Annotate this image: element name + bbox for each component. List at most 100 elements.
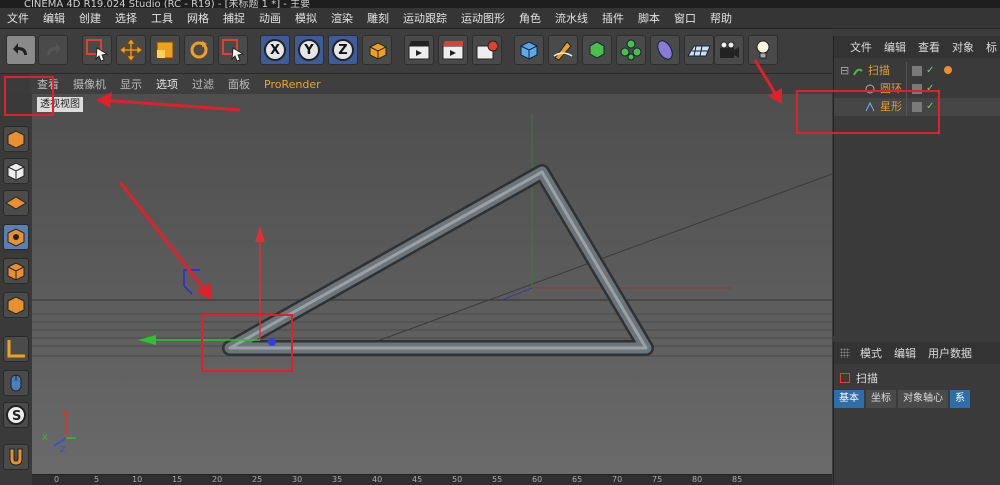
object-row-sweep[interactable]: ⊟ 扫描 ✓ [834,62,1000,80]
undo-button[interactable] [6,35,36,65]
viewport-menu-options[interactable]: 选项 [149,76,185,92]
cube-object-button[interactable] [514,35,544,65]
menu-select[interactable]: 选择 [108,10,144,26]
pen-spline-button[interactable] [548,35,578,65]
menu-window[interactable]: 窗口 [667,10,703,26]
cube-icon [520,41,538,60]
ruler-tick: 55 [492,475,503,484]
phong-tag-icon[interactable] [944,66,952,74]
checker-cube-icon [7,162,25,181]
menu-file[interactable]: 文件 [0,10,36,26]
tweak-mode-button[interactable] [3,370,29,396]
timeline-ruler[interactable]: 0 5 10 15 20 25 30 35 40 45 50 55 60 65 … [32,474,832,485]
light-button[interactable] [748,35,778,65]
annotation-box-object-row [796,90,940,134]
mini-axis-x-label: X [42,433,48,442]
ruler-tick: 30 [292,475,303,484]
move-icon [119,38,143,62]
menu-motion-tracking[interactable]: 运动跟踪 [396,10,454,26]
subdivision-surface-button[interactable] [582,35,612,65]
axis-icon [7,340,25,358]
menu-animate[interactable]: 动画 [252,10,288,26]
x-axis-button[interactable]: X [260,35,290,65]
points-cube-icon [7,228,25,247]
attr-menu-mode[interactable]: 模式 [854,345,888,361]
tree-expand-icon[interactable]: ⊟ [840,62,849,80]
polygons-mode-button[interactable] [3,292,29,318]
viewport-menu-camera[interactable]: 摄像机 [66,76,113,92]
z-axis-button[interactable]: Z [328,35,358,65]
x-axis-label: X [264,39,286,61]
tab-object-axis[interactable]: 对象轴心 [898,390,948,408]
attribute-manager-menu: 模式 编辑 用户数据 [834,342,1000,364]
menu-mesh[interactable]: 网格 [180,10,216,26]
menu-pipeline[interactable]: 流水线 [548,10,595,26]
panel-grip-icon[interactable] [840,348,850,358]
render-view-button[interactable] [404,35,434,65]
edges-mode-button[interactable] [3,258,29,284]
menu-snap[interactable]: 捕捉 [216,10,252,26]
texture-mode-button[interactable] [3,158,29,184]
object-menu-tags[interactable]: 标 [980,39,1000,55]
window-title: CINEMA 4D R19.024 Studio (RC - R19) - [未… [24,0,311,8]
camera-button[interactable] [714,35,744,65]
attr-object-label: 扫描 [856,372,878,385]
scale-tool-button[interactable] [150,35,180,65]
attr-menu-edit[interactable]: 编辑 [888,345,922,361]
ruler-tick: 25 [252,475,263,484]
clapper-play-icon [442,41,464,60]
object-menu-file[interactable]: 文件 [844,39,878,55]
object-menu-edit[interactable]: 编辑 [878,39,912,55]
magnet-button[interactable] [3,444,29,470]
tab-more[interactable]: 系 [950,390,970,408]
render-settings-button[interactable] [472,35,502,65]
axis-mode-button[interactable] [3,336,29,362]
redo-button[interactable] [38,35,68,65]
ruler-tick: 45 [412,475,423,484]
y-axis-button[interactable]: Y [294,35,324,65]
make-editable-button[interactable] [3,126,29,152]
menu-character[interactable]: 角色 [512,10,548,26]
menu-simulate[interactable]: 模拟 [288,10,324,26]
snap-s-icon: S [6,405,26,425]
menu-edit[interactable]: 编辑 [36,10,72,26]
object-menu-objects[interactable]: 对象 [946,39,980,55]
rotate-icon [190,41,208,59]
render-to-picture-viewer-button[interactable] [438,35,468,65]
menu-render[interactable]: 渲染 [324,10,360,26]
menu-tools[interactable]: 工具 [144,10,180,26]
menu-plugins[interactable]: 插件 [595,10,631,26]
ruler-tick: 5 [94,475,100,484]
floor-button[interactable] [684,35,714,65]
deformer-button[interactable] [650,35,680,65]
camera-icon [720,41,739,58]
perspective-viewport[interactable]: Y X Z ✥ ↕ ⟳ ◻ [32,94,832,474]
rotate-tool-button[interactable] [184,35,214,65]
object-menu-view[interactable]: 查看 [912,39,946,55]
object-manager-menu: 文件 编辑 查看 对象 标 [834,36,1000,58]
menu-create[interactable]: 创建 [72,10,108,26]
tab-basic[interactable]: 基本 [834,390,864,408]
viewport-menu-display[interactable]: 显示 [113,76,149,92]
ruler-tick: 70 [612,475,623,484]
move-tool-button[interactable] [116,35,146,65]
points-mode-button[interactable] [3,224,29,250]
coordinate-system-button[interactable] [362,35,392,65]
tab-coordinates[interactable]: 坐标 [866,390,896,408]
workplane-button[interactable] [3,190,29,216]
snap-button[interactable]: S [3,402,29,428]
menu-sculpt[interactable]: 雕刻 [360,10,396,26]
menu-help[interactable]: 帮助 [703,10,739,26]
title-bar: CINEMA 4D R19.024 Studio (RC - R19) - [未… [0,0,1000,8]
menu-mograph[interactable]: 运动图形 [454,10,512,26]
ruler-tick: 0 [54,475,60,484]
viewport-menu-prorender[interactable]: ProRender [257,78,328,91]
attr-menu-user-data[interactable]: 用户数据 [922,345,978,361]
viewport-menu-filter[interactable]: 过滤 [185,76,221,92]
enabled-check-icon[interactable]: ✓ [926,62,934,80]
recent-tool-button[interactable] [218,35,248,65]
array-cloner-button[interactable] [616,35,646,65]
live-selection-button[interactable] [82,35,112,65]
viewport-menu-panel[interactable]: 面板 [221,76,257,92]
menu-script[interactable]: 脚本 [631,10,667,26]
